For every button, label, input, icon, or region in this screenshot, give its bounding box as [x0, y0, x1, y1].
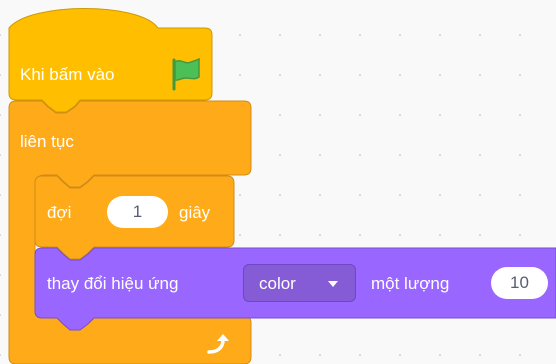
hat-block-label: Khi bấm vào	[20, 65, 115, 84]
caret-down-icon	[328, 281, 338, 287]
script-stack	[8, 8, 556, 364]
green-flag-icon[interactable]	[166, 55, 204, 93]
scripts-canvas[interactable]: { "hat_block": { "label": "Khi bấm vào",…	[0, 0, 556, 364]
effect-dropdown-value: color	[259, 274, 296, 293]
seconds-label: giây	[179, 203, 211, 222]
amount-label: một lượng	[371, 274, 450, 293]
effect-amount-input[interactable]: 10	[491, 267, 548, 299]
change-effect-label: thay đổi hiệu ứng	[47, 274, 179, 293]
forever-block-label: liên tục	[20, 132, 74, 151]
effect-dropdown[interactable]: color	[243, 264, 356, 302]
loop-arrow-icon	[207, 334, 229, 354]
wait-seconds-input[interactable]: 1	[107, 196, 168, 228]
wait-label: đợi	[47, 203, 72, 222]
